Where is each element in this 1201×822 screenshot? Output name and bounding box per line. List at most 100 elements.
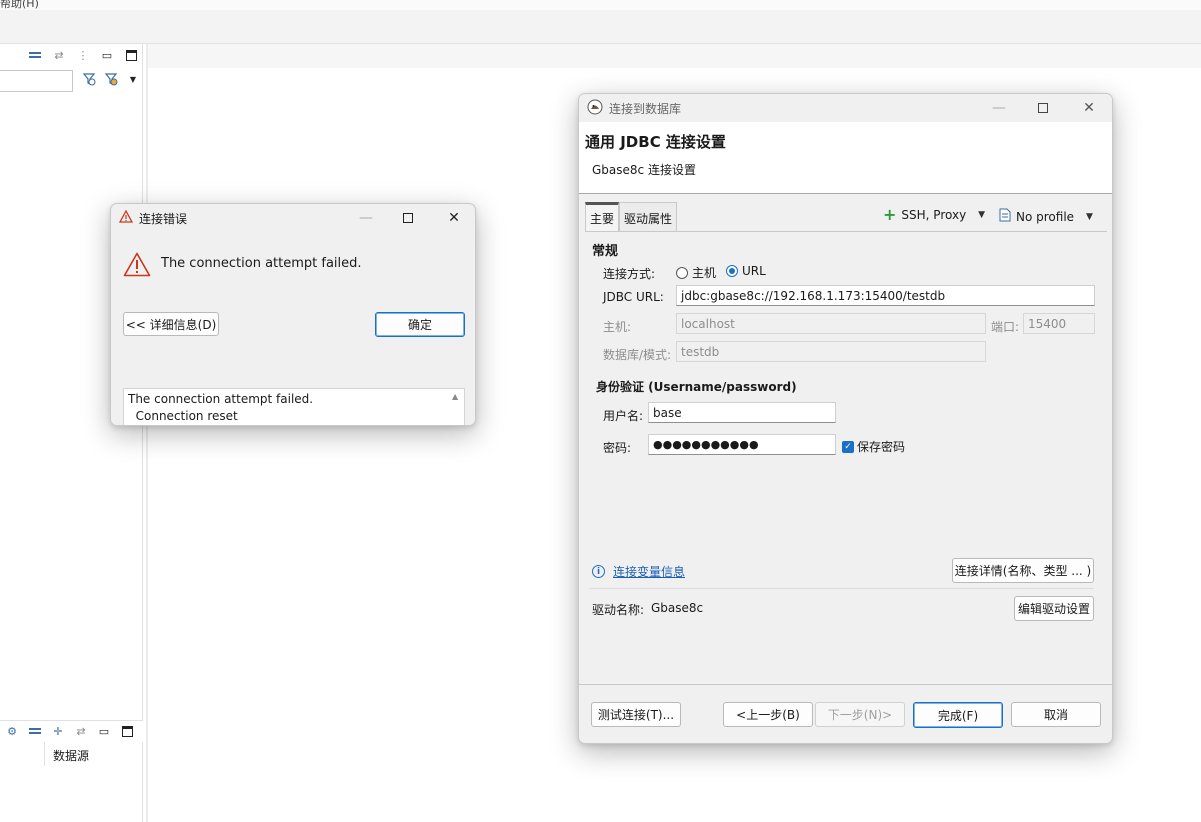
profile-label: No profile [1016, 209, 1075, 224]
minimize-button[interactable]: — [343, 204, 389, 232]
link-icon[interactable]: ⇄ [74, 724, 88, 738]
connection-details-button[interactable]: 连接详情(名称、类型 ... ) [952, 558, 1094, 583]
ok-button[interactable]: 确定 [375, 312, 465, 337]
error-message: The connection attempt failed. [161, 256, 362, 271]
connection-error-dialog: 连接错误 — ✕ The connection attempt failed. … [110, 203, 476, 426]
chevron-down-icon: ▼ [978, 210, 986, 220]
finish-button[interactable]: 完成(F) [913, 702, 1003, 728]
info-icon: i [592, 565, 605, 578]
document-icon [999, 208, 1011, 225]
minimize-button[interactable]: — [976, 94, 1022, 122]
filter-connections-icon[interactable] [82, 72, 96, 86]
general-section-title: 常规 [592, 244, 619, 259]
driver-name-label: 驱动名称: [592, 603, 645, 617]
minimize-view-icon[interactable]: ▭ [97, 724, 111, 738]
minimize-view-icon[interactable]: ▭ [100, 48, 114, 62]
separator [589, 588, 1094, 589]
radio-host-label: 主机 [692, 266, 717, 280]
connect-dialog-title: 连接到数据库 [609, 101, 682, 116]
username-input[interactable]: base [648, 402, 836, 423]
host-input: localhost [676, 313, 986, 334]
edit-driver-button[interactable]: 编辑驱动设置 [1014, 596, 1094, 621]
cancel-button[interactable]: 取消 [1011, 702, 1101, 727]
close-button[interactable]: ✕ [1066, 94, 1112, 122]
password-label: 密码: [603, 441, 632, 455]
back-button[interactable]: <上一步(B) [723, 702, 813, 727]
ssh-proxy-label: SSH, Proxy [901, 208, 967, 222]
radio-host-dot [676, 266, 688, 279]
header-subtitle: Gbase8c 连接设置 [592, 163, 696, 177]
maximize-button[interactable] [1020, 94, 1066, 122]
save-password-checkbox[interactable]: ✓ 保存密码 [842, 438, 905, 455]
tab-driver-properties[interactable]: 驱动属性 [619, 202, 678, 232]
gear-icon[interactable]: ⚙ [5, 724, 19, 738]
error-details-text: The connection attempt failed. Connectio… [128, 392, 314, 423]
collapse-icon[interactable] [28, 724, 42, 738]
maximize-button[interactable] [385, 204, 431, 232]
error-dialog-title: 连接错误 [139, 211, 188, 226]
warning-large-icon [123, 252, 151, 280]
next-button: 下一步(N)> [815, 702, 905, 727]
checkmark-icon: ✓ [842, 440, 854, 453]
error-dialog-body: The connection attempt failed. << 详细信息(D… [111, 232, 475, 425]
ssh-proxy-menu[interactable]: + SSH, Proxy ▼ [883, 205, 986, 224]
header-title: 通用 JDBC 连接设置 [585, 133, 726, 151]
connect-database-dialog: 连接到数据库 — ✕ 通用 JDBC 连接设置 Gbase8c 连接设置 主要 … [578, 93, 1113, 744]
expand-icon[interactable]: ✛ [51, 724, 65, 738]
jdbc-url-label: JDBC URL: [603, 290, 664, 304]
datasource-column-header[interactable]: 数据源 [44, 742, 143, 766]
connection-variables-link[interactable]: 连接变量信息 [613, 563, 685, 580]
connect-mode-label: 连接方式: [603, 267, 656, 281]
radio-url[interactable]: URL [726, 264, 766, 278]
tab-divider [585, 231, 1107, 232]
username-label: 用户名: [603, 409, 644, 423]
radio-url-label: URL [742, 264, 766, 278]
variables-info: i 连接变量信息 [592, 563, 685, 580]
database-label: 数据库/模式: [603, 348, 672, 362]
add-icon: + [883, 205, 897, 224]
connect-dialog-titlebar[interactable]: 连接到数据库 — ✕ [579, 94, 1112, 122]
close-button[interactable]: ✕ [431, 204, 475, 232]
tab-main[interactable]: 主要 [585, 202, 620, 232]
warning-icon [118, 209, 134, 226]
panel-splitter[interactable] [146, 44, 148, 822]
footer-separator [579, 684, 1112, 685]
filter-options-icon[interactable] [104, 72, 118, 86]
editor-area-header [148, 44, 1201, 68]
navigator-panel [0, 44, 143, 822]
main-toolbar [0, 10, 1201, 44]
navigator-filter-input[interactable] [0, 70, 73, 92]
port-label: 端口: [991, 320, 1020, 334]
dialog-header: 通用 JDBC 连接设置 Gbase8c 连接设置 [579, 122, 1112, 194]
navigator-toolbar: ⇄ ⋮ ▭ [28, 48, 138, 62]
maximize-view-icon[interactable] [124, 48, 138, 62]
profile-menu[interactable]: No profile ▼ [999, 208, 1093, 225]
link-with-editor-icon[interactable]: ⇄ [52, 48, 66, 62]
radio-host[interactable]: 主机 [676, 264, 716, 281]
maximize-view-icon[interactable] [120, 724, 134, 738]
port-input: 15400 [1023, 313, 1095, 334]
database-input: testdb [676, 341, 986, 362]
chevron-down-icon: ▼ [1086, 211, 1093, 222]
menu-bar: 帮助(H) [0, 0, 1201, 10]
test-connection-button[interactable]: 测试连接(T)... [591, 702, 681, 727]
details-scrollbar[interactable]: ▲ ▼ [448, 389, 464, 425]
details-button[interactable]: << 详细信息(D) [123, 312, 219, 336]
error-dialog-titlebar[interactable]: 连接错误 — ✕ [111, 204, 475, 232]
collapse-all-icon[interactable] [28, 48, 42, 62]
auth-section-title: 身份验证 (Username/password) [596, 380, 797, 394]
filter-tools: ▼ [82, 72, 140, 86]
project-panel-toolbar: ⚙ ✛ ⇄ ▭ [0, 720, 143, 742]
view-menu-icon[interactable]: ⋮ [76, 48, 90, 62]
radio-url-dot [726, 265, 738, 277]
password-input[interactable]: ●●●●●●●●●●● [648, 434, 836, 455]
error-details-textarea[interactable]: The connection attempt failed. Connectio… [123, 388, 465, 425]
jdbc-url-input[interactable]: jdbc:gbase8c://192.168.1.173:15400/testd… [676, 285, 1095, 306]
chevron-down-icon[interactable]: ▼ [126, 72, 140, 86]
host-label: 主机: [603, 320, 632, 334]
scroll-up-icon[interactable]: ▲ [452, 392, 458, 401]
dbeaver-app-icon [587, 99, 603, 118]
settings-tabs: 主要 驱动属性 [585, 202, 678, 232]
driver-name-value: Gbase8c [651, 601, 704, 615]
save-password-label: 保存密码 [857, 440, 906, 454]
